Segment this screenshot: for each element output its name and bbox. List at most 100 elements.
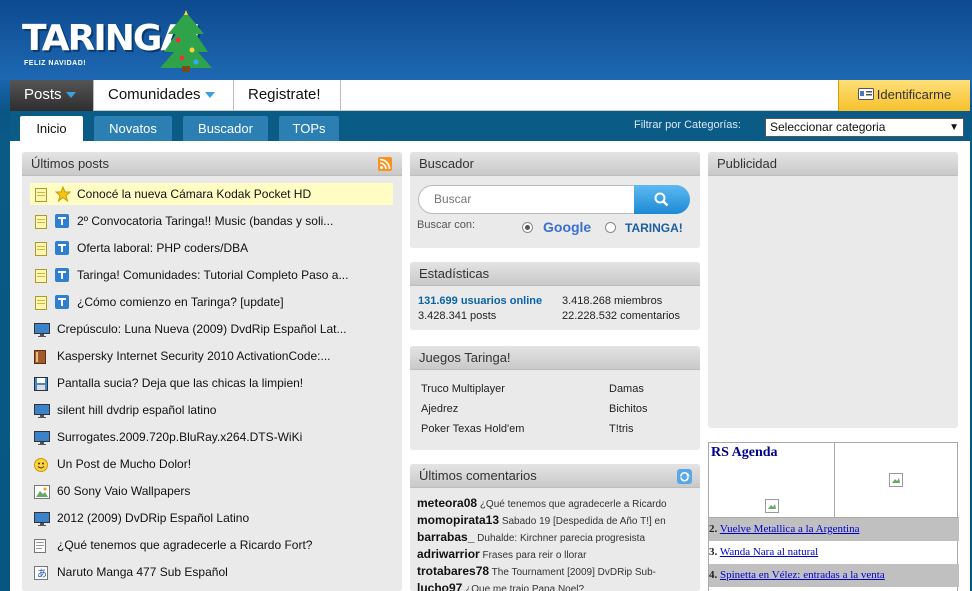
stats-panel: Estadísticas 131.699 usuarios online 3.4… [410, 262, 700, 330]
nav-comunidades-label: Comunidades [108, 86, 201, 103]
tab-inicio[interactable]: Inicio [20, 116, 83, 141]
post-title[interactable]: Kaspersky Internet Security 2010 Activat… [57, 345, 330, 367]
comment-item[interactable]: trotabares78 The Tournament [2009] DvDRi… [417, 564, 656, 578]
posts-count: 3.428.341 posts [418, 310, 497, 322]
monitor-icon [34, 430, 50, 445]
refresh-icon[interactable] [677, 469, 692, 484]
post-item[interactable]: Taringa! Comunidades: Tutorial Completo … [30, 264, 393, 286]
post-item[interactable]: Surrogates.2009.720p.BluRay.x264.DTS-WiK… [30, 426, 393, 448]
category-select-value: Seleccionar categoria [770, 120, 886, 134]
rs-agenda-title[interactable]: RS Agenda [711, 445, 778, 461]
nav-registrate-label: Registrate! [248, 86, 321, 103]
users-online[interactable]: 131.699 usuarios online [418, 295, 542, 307]
nav-registrate[interactable]: Registrate! [234, 80, 341, 111]
post-title[interactable]: Naruto Manga 477 Sub Español [57, 561, 228, 583]
post-item[interactable]: 2012 (2009) DvDRip Español Latino [30, 507, 393, 529]
post-item[interactable]: あ Naruto Manga 477 Sub Español [30, 561, 393, 583]
post-item[interactable]: Kaspersky Internet Security 2010 Activat… [30, 345, 393, 367]
comment-user[interactable]: trotabares78 [417, 564, 489, 578]
comment-post[interactable]: ¿Que me trajo Papa Noel? [465, 584, 584, 591]
google-radio[interactable] [522, 222, 533, 233]
post-item[interactable]: Un Post de Mucho Dolor! [30, 453, 393, 475]
comment-user[interactable]: meteora08 [417, 496, 477, 510]
comment-user[interactable]: momopirata13 [417, 513, 499, 527]
sticky-note-icon [35, 187, 49, 202]
comment-post[interactable]: The Tournament [2009] DvDRip Sub- [492, 567, 656, 578]
nav-posts[interactable]: Posts [10, 80, 94, 111]
post-item[interactable]: silent hill dvdrip español latino [30, 399, 393, 421]
comment-user[interactable]: adriwarrior [417, 547, 480, 561]
post-title[interactable]: Un Post de Mucho Dolor! [57, 453, 191, 475]
post-title[interactable]: Oferta laboral: PHP coders/DBA [77, 237, 248, 259]
post-item[interactable]: Crepúsculo: Luna Nueva (2009) DvdRip Esp… [30, 318, 393, 340]
game-tetris[interactable]: T!tris [609, 423, 633, 435]
post-title[interactable]: ¿Cómo comienzo en Taringa? [update] [77, 291, 284, 313]
category-select[interactable]: Seleccionar categoria ▼ [765, 118, 964, 137]
comment-post[interactable]: ¿Qué tenemos que agradecerle a Ricardo [480, 499, 667, 510]
login-button[interactable]: Identificarme [838, 80, 970, 111]
login-label: Identificarme [876, 87, 952, 102]
tab-novatos[interactable]: Novatos [94, 116, 172, 141]
post-title[interactable]: Surrogates.2009.720p.BluRay.x264.DTS-WiK… [57, 426, 302, 448]
broken-image-icon [765, 499, 779, 513]
nav-comunidades[interactable]: Comunidades [94, 80, 234, 111]
logo-tagline: FELIZ NAVIDAD! [24, 60, 87, 67]
post-title[interactable]: Crepúsculo: Luna Nueva (2009) DvdRip Esp… [57, 318, 347, 340]
game-bichitos[interactable]: Bichitos [609, 403, 648, 415]
taringa-radio[interactable] [605, 222, 616, 233]
tab-buscador[interactable]: Buscador [183, 116, 268, 141]
comments-header: Últimos comentarios [410, 464, 700, 488]
rs-item[interactable]: 3. Wanda Nara al natural [709, 541, 959, 564]
rs-item-num: 3. [709, 546, 718, 558]
comment-item[interactable]: adriwarrior Frases para reir o llorar [417, 547, 586, 561]
comment-post[interactable]: Duhalde: Kirchner parecia progresista [477, 533, 645, 544]
comments-count: 22.228.532 comentarios [562, 310, 681, 322]
post-item[interactable]: Oferta laboral: PHP coders/DBA [30, 237, 393, 259]
post-title[interactable]: Conocé la nueva Cámara Kodak Pocket HD [77, 183, 311, 205]
rs-item-num: 2. [709, 523, 718, 535]
post-title[interactable]: 60 Sony Vaio Wallpapers [57, 480, 190, 502]
post-title[interactable]: silent hill dvdrip español latino [57, 399, 216, 421]
comment-user[interactable]: lucho97 [417, 581, 462, 591]
search-title: Buscador [419, 156, 474, 171]
comment-user[interactable]: barrabas_ [417, 530, 474, 544]
rss-icon[interactable] [378, 157, 392, 171]
comment-item[interactable]: meteora08 ¿Qué tenemos que agradecerle a… [417, 496, 667, 510]
post-title[interactable]: Pantalla sucia? Deja que las chicas la l… [57, 372, 303, 394]
rs-item-link[interactable]: Spinetta en Vélez: entradas a la venta [720, 569, 885, 581]
game-poker[interactable]: Poker Texas Hold'em [421, 423, 524, 435]
rs-item-link[interactable]: Wanda Nara al natural [720, 546, 818, 558]
stats-title: Estadísticas [419, 266, 490, 281]
rs-item[interactable]: 4. Spinetta en Vélez: entradas a la vent… [709, 564, 959, 587]
post-title[interactable]: Taringa! Comunidades: Tutorial Completo … [77, 264, 348, 286]
post-title[interactable]: 2º Convocatoria Taringa!! Music (bandas … [77, 210, 333, 232]
game-ajedrez[interactable]: Ajedrez [421, 403, 458, 415]
post-item[interactable]: Conocé la nueva Cámara Kodak Pocket HD [30, 183, 393, 205]
search-button[interactable] [634, 185, 690, 214]
comment-item[interactable]: lucho97 ¿Que me trajo Papa Noel? [417, 581, 584, 591]
post-item[interactable]: 2º Convocatoria Taringa!! Music (bandas … [30, 210, 393, 232]
comment-post[interactable]: Sabado 19 [Despedida de Año T!] en [502, 516, 666, 527]
comment-post[interactable]: Frases para reir o llorar [482, 550, 586, 561]
rs-item[interactable]: 2. Vuelve Metallica a la Argentina [709, 518, 959, 541]
svg-text:あ: あ [37, 568, 47, 580]
book-icon [34, 349, 48, 364]
taringa-logo[interactable]: TARINGA! FELIZ NAVIDAD! [20, 8, 220, 72]
game-truco[interactable]: Truco Multiplayer [421, 383, 505, 395]
tab-tops[interactable]: TOPs [279, 116, 339, 141]
post-item[interactable]: Pantalla sucia? Deja que las chicas la l… [30, 372, 393, 394]
post-title[interactable]: ¿Qué tenemos que agradecerle a Ricardo F… [57, 534, 312, 556]
comment-item[interactable]: momopirata13 Sabado 19 [Despedida de Año… [417, 513, 666, 527]
post-item[interactable]: ¿Qué tenemos que agradecerle a Ricardo F… [30, 534, 393, 556]
post-title[interactable]: 2012 (2009) DvDRip Español Latino [57, 507, 249, 529]
search-input[interactable]: Buscar [418, 185, 690, 214]
post-item[interactable]: ¿Cómo comienzo en Taringa? [update] [30, 291, 393, 313]
ads-title: Publicidad [717, 156, 777, 171]
game-damas[interactable]: Damas [609, 383, 644, 395]
post-item[interactable]: 60 Sony Vaio Wallpapers [30, 480, 393, 502]
monitor-icon [34, 403, 50, 418]
search-icon [654, 192, 669, 207]
rs-agenda-widget: RS Agenda 2. Vuelve Metallica a la Argen… [708, 442, 959, 591]
rs-item-link[interactable]: Vuelve Metallica a la Argentina [720, 523, 860, 535]
comment-item[interactable]: barrabas_ Duhalde: Kirchner parecia prog… [417, 530, 645, 544]
